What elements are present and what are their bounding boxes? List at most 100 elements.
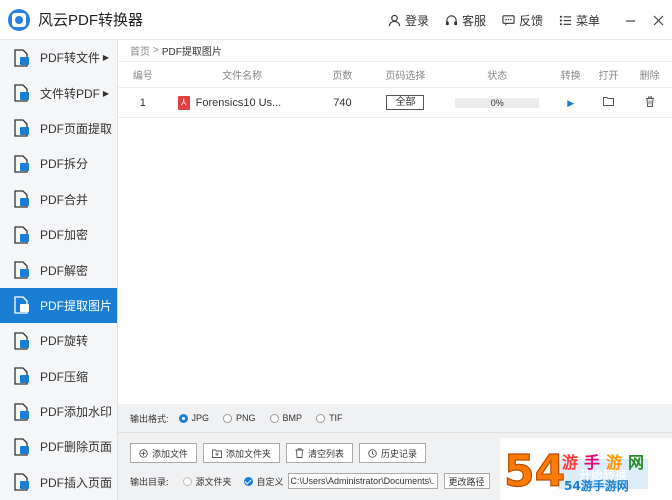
col-status: 状态 <box>487 71 508 82</box>
sidebar-item-label: 文件转PDF <box>40 86 101 101</box>
sidebar-item-label: PDF删除页面 <box>40 440 113 455</box>
play-icon[interactable]: ▶ <box>567 98 574 108</box>
feedback-label: 反馈 <box>518 13 543 28</box>
title-bar: 风云PDF转换器 登录 客服 反馈 菜单 <box>0 0 672 40</box>
menu-label: 菜单 <box>575 13 600 28</box>
trash-icon[interactable] <box>645 96 655 107</box>
insert-page-icon <box>12 472 32 492</box>
sidebar-item-11[interactable]: PDF删除页面 <box>0 429 117 464</box>
service-label: 客服 <box>461 13 486 28</box>
col-no: 编号 <box>132 71 153 82</box>
compress-icon <box>12 366 32 386</box>
sidebar-item-6[interactable]: PDF解密 <box>0 252 117 287</box>
menu-button[interactable]: 菜单 <box>559 12 600 29</box>
plus-circle-icon <box>139 448 148 458</box>
col-range: 页码选择 <box>385 71 426 82</box>
sidebar-item-8[interactable]: PDF旋转 <box>0 323 117 358</box>
sidebar: PDF转文件 ▶ 文件转PDF ▶ PDF页面提取 PDF拆分 PDF合并 PDF加密 PDF解… <box>0 40 118 500</box>
feedback-button[interactable]: 反馈 <box>502 12 543 29</box>
format-tif-label: TIF <box>329 413 343 423</box>
add-file-button[interactable]: 添加文件 <box>130 443 198 463</box>
sidebar-item-12[interactable]: PDF插入页面 <box>0 465 117 500</box>
sidebar-item-label: PDF提取图片 <box>40 298 113 313</box>
folder-icon[interactable] <box>602 96 614 106</box>
folder-plus-icon <box>212 449 222 458</box>
breadcrumb-current: PDF提取图片 <box>161 47 222 58</box>
sidebar-item-9[interactable]: PDF压缩 <box>0 359 117 394</box>
split-icon <box>12 154 32 174</box>
format-jpg-radio[interactable]: JPG <box>178 413 210 423</box>
app-logo-icon <box>8 8 30 31</box>
title-actions: 登录 客服 反馈 菜单 <box>388 0 672 40</box>
sidebar-item-label: PDF加密 <box>40 228 89 243</box>
sidebar-item-label: PDF添加水印 <box>40 405 113 420</box>
start-convert-button[interactable]: 开始转换 <box>558 459 648 489</box>
radio-dot <box>316 413 326 423</box>
app-title: 风云PDF转换器 <box>38 12 144 29</box>
radio-dot <box>269 413 279 423</box>
output-path-input[interactable] <box>287 473 438 489</box>
format-png-radio[interactable]: PNG <box>223 413 256 423</box>
format-tif-radio[interactable]: TIF <box>316 413 343 423</box>
encrypt-icon <box>12 225 32 245</box>
sidebar-item-label: PDF插入页面 <box>40 475 113 490</box>
custom-dir-label: 自定义 <box>256 476 284 487</box>
sidebar-item-3[interactable]: PDF拆分 <box>0 146 117 181</box>
sidebar-item-7[interactable]: PDF提取图片 <box>0 287 117 324</box>
clear-list-button[interactable]: 清空列表 <box>286 443 354 463</box>
breadcrumb-home[interactable]: 首页 <box>130 43 150 58</box>
login-button[interactable]: 登录 <box>388 12 429 29</box>
source-folder-label: 源文件夹 <box>195 476 232 487</box>
row-no: 1 <box>139 96 146 109</box>
rotate-icon <box>12 331 32 351</box>
close-icon <box>653 15 663 25</box>
minimize-icon <box>625 19 635 22</box>
change-path-button[interactable]: 更改路径 <box>443 473 490 489</box>
extract-image-icon <box>12 295 32 315</box>
minimize-button[interactable] <box>616 0 644 40</box>
sidebar-item-4[interactable]: PDF合并 <box>0 182 117 217</box>
user-icon <box>388 14 401 26</box>
progress-bar: 0% <box>455 97 540 108</box>
row-status-cell: 0% <box>443 97 552 108</box>
toolbar: 添加文件 添加文件夹 清空列表 历史记录 <box>130 443 432 463</box>
row-file-name: Forensics10 Us... <box>195 96 282 109</box>
close-button[interactable] <box>644 0 672 40</box>
sidebar-item-10[interactable]: PDF添加水印 <box>0 394 117 429</box>
source-folder-radio[interactable] <box>182 476 192 486</box>
table-header: 编号 文件名称 页数 页码选择 状态 转换 打开 删除 <box>118 62 672 88</box>
chevron-right-icon: ▶ <box>102 53 109 63</box>
bottom-panel: 添加文件 添加文件夹 清空列表 历史记录 输出目录: 源文件夹 自定义 更改路径 <box>118 432 672 500</box>
service-button[interactable]: 客服 <box>445 12 486 29</box>
row-pages: 740 <box>333 96 352 109</box>
sidebar-item-2[interactable]: PDF页面提取 <box>0 111 117 146</box>
sidebar-item-1[interactable]: 文件转PDF ▶ <box>0 75 117 110</box>
add-folder-label: 添加文件夹 <box>226 448 272 459</box>
sidebar-item-5[interactable]: PDF加密 <box>0 217 117 252</box>
radio-dot <box>178 413 188 423</box>
add-folder-button[interactable]: 添加文件夹 <box>203 443 281 463</box>
col-pages: 页数 <box>332 71 353 82</box>
sidebar-item-label: PDF转文件 <box>40 51 101 66</box>
sidebar-item-label: PDF拆分 <box>40 157 89 172</box>
history-button[interactable]: 历史记录 <box>359 443 427 463</box>
sidebar-item-label: PDF压缩 <box>40 369 89 384</box>
format-png-label: PNG <box>236 413 256 423</box>
custom-dir-radio[interactable] <box>243 476 253 486</box>
clear-list-label: 清空列表 <box>308 448 345 459</box>
clock-icon <box>368 448 377 458</box>
col-open: 打开 <box>598 71 619 82</box>
row-name-cell: ⅄ Forensics10 Us... <box>168 95 317 110</box>
table-row[interactable]: 1 ⅄ Forensics10 Us... 740 全部 0% ▶ <box>118 88 672 118</box>
page-extract-icon <box>12 118 32 138</box>
page-range-button[interactable]: 全部 <box>386 95 425 110</box>
sidebar-item-label: PDF解密 <box>40 263 89 278</box>
sidebar-item-label: PDF合并 <box>40 192 89 207</box>
sidebar-item-label: PDF旋转 <box>40 334 89 349</box>
sidebar-item-0[interactable]: PDF转文件 ▶ <box>0 40 117 75</box>
delete-page-icon <box>12 437 32 457</box>
format-jpg-label: JPG <box>191 413 210 423</box>
format-bmp-radio[interactable]: BMP <box>269 413 302 423</box>
col-convert: 转换 <box>560 71 581 82</box>
output-dir-row: 输出目录: 源文件夹 自定义 更改路径 <box>130 473 490 489</box>
